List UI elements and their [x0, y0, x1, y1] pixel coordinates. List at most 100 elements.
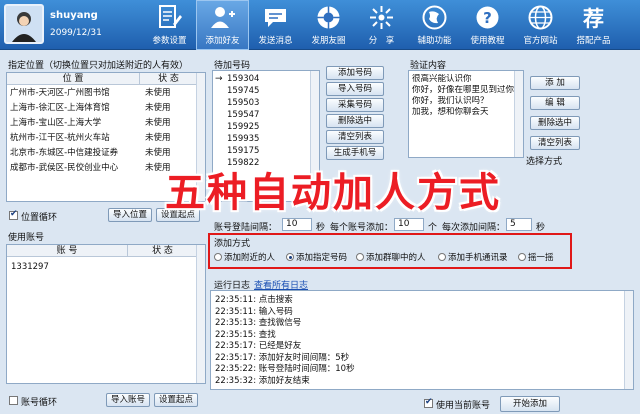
method-option-label: 添加附近的人: [224, 253, 276, 263]
table-row[interactable]: 广州市-天河区-广州图书馆 未使用: [7, 87, 197, 100]
nav-tutorial[interactable]: ? 使用教程: [461, 0, 514, 50]
list-item[interactable]: 159745: [213, 85, 309, 97]
list-item[interactable]: 你好，我们认识吗？: [412, 96, 516, 107]
delete-verify-button[interactable]: 删除选中: [530, 116, 580, 130]
delete-number-button[interactable]: 删除选中: [326, 114, 384, 128]
start-add-button[interactable]: 开始添加: [500, 396, 560, 412]
add-verify-button[interactable]: 添 加: [530, 76, 580, 90]
log-time: 22:35:32: [215, 375, 254, 386]
phone-number: 159925: [227, 122, 260, 132]
radio-icon: [438, 253, 446, 261]
log-scrollbar[interactable]: [624, 291, 633, 389]
import-number-button[interactable]: 导入号码: [326, 82, 384, 96]
log-entry: 22:35:15: 查找: [215, 328, 276, 340]
radio-icon: [214, 253, 222, 261]
list-item[interactable]: 159935: [213, 133, 309, 145]
location-place: 成都市-武侯区-民佼创业中心: [10, 163, 119, 173]
location-loop-checkbox[interactable]: [9, 209, 18, 220]
nav-products[interactable]: 荐 搭配产品: [567, 0, 620, 50]
table-row[interactable]: 杭州市-江干区-杭州火车站 未使用: [7, 132, 197, 145]
list-item[interactable]: → 159304: [213, 73, 309, 85]
nav-tools[interactable]: 辅助功能: [408, 0, 461, 50]
document-edit-icon: [159, 5, 182, 28]
log-entry: 22:35:22: 账号登陆时间间隔：10秒: [215, 362, 355, 374]
list-item[interactable]: 很高兴能认识你: [412, 74, 516, 85]
website-icon: [528, 5, 553, 30]
log-rows: 22:35:11: 点击搜索 22:35:11: 输入号码 22:35:13: 查找…: [211, 293, 611, 389]
share-icon: [370, 6, 393, 29]
avatar[interactable]: [4, 4, 44, 44]
list-item[interactable]: 加我，想和你聊会天: [412, 107, 516, 118]
use-current-account-label: 使用当前账号: [436, 401, 491, 411]
nav-moments-label: 发朋友圈: [311, 36, 346, 46]
table-row[interactable]: 上海市-宝山区-上海大学 未使用: [7, 117, 197, 130]
nav-website-label: 官方网站: [523, 36, 558, 46]
table-row[interactable]: 1331297: [7, 261, 197, 274]
list-item[interactable]: 159503: [213, 97, 309, 109]
method-option[interactable]: 添加手机通讯录: [438, 251, 508, 263]
accounts-title: 使用账号: [8, 233, 45, 243]
svg-text:荐: 荐: [582, 7, 604, 31]
log-entry: 22:35:13: 查找微信号: [215, 316, 302, 328]
method-option[interactable]: 摇一摇: [518, 251, 554, 263]
avatar-icon: [6, 6, 42, 42]
location-place: 杭州市-江干区-杭州火车站: [10, 133, 110, 143]
each-interval-input[interactable]: 5: [506, 218, 532, 231]
edit-verify-button[interactable]: 编 辑: [530, 96, 580, 110]
nav-share-label: 分 享: [368, 36, 395, 46]
table-row[interactable]: 北京市-东城区-中信建投证券 未使用: [7, 147, 197, 160]
log-text: 查找微信号: [258, 318, 302, 328]
log-text: 添加好友结束: [258, 375, 310, 386]
nav-settings[interactable]: 参数设置: [143, 0, 196, 50]
table-row[interactable]: 上海市-徐汇区-上海体育馆 未使用: [7, 102, 197, 115]
location-title: 指定位置（切换位置只对加送附近的人有效）: [8, 61, 189, 71]
top-toolbar: shuyang 2099/12/31 参数设置 添加好友 发送消息 发朋友圈 分…: [0, 0, 640, 50]
location-status: 未使用: [145, 103, 171, 113]
log-time: 22:35:17: [215, 352, 254, 363]
nav-website[interactable]: 官方网站: [514, 0, 567, 50]
list-item[interactable]: 你好，好像在哪里见到过你: [412, 85, 516, 96]
chat-bubble-icon: [265, 9, 286, 27]
method-option[interactable]: 添加群聊中的人: [356, 251, 426, 263]
clear-numbers-button[interactable]: 清空列表: [326, 130, 384, 144]
collect-number-button[interactable]: 采集号码: [326, 98, 384, 112]
nav-share[interactable]: 分 享: [355, 0, 408, 50]
set-account-start-button[interactable]: 设置起点: [154, 393, 198, 407]
location-status: 未使用: [145, 148, 171, 158]
list-item[interactable]: 159547: [213, 109, 309, 121]
log-text: 输入号码: [258, 306, 293, 317]
method-options: 添加附近的人 添加指定号码 添加群聊中的人 添加手机通讯录 摇一摇: [210, 235, 570, 267]
nav-moments[interactable]: 发朋友圈: [302, 0, 355, 50]
login-interval-label: 账号登陆间隔：: [214, 223, 278, 233]
verify-scrollbar[interactable]: [514, 71, 523, 157]
import-accounts-button[interactable]: 导入账号: [106, 393, 150, 407]
verify-content-list[interactable]: 很高兴能认识你 你好，好像在哪里见到过你 你好，我们认识吗？ 加我，想和你聊会天: [408, 70, 524, 158]
phone-number: 159304: [227, 74, 260, 84]
list-item[interactable]: 159175: [213, 145, 309, 157]
nav-add-friend[interactable]: 添加好友: [196, 0, 249, 50]
accounts-rows: 1331297: [7, 261, 197, 381]
accounts-col-account: 账 号: [7, 245, 127, 257]
import-location-button[interactable]: 导入位置: [108, 208, 152, 222]
phone-number: 159547: [227, 110, 260, 120]
account-loop-checkbox[interactable]: [9, 396, 18, 405]
per-account-input[interactable]: 10: [394, 218, 424, 231]
per-account-label: 每个账号添加：: [330, 223, 394, 233]
method-option[interactable]: 添加附近的人: [214, 251, 275, 263]
clear-verify-button[interactable]: 清空列表: [530, 136, 580, 150]
nav-send-message[interactable]: 发送消息: [249, 0, 302, 50]
log-entry: 22:35:17: 已经是好友: [215, 339, 301, 351]
accounts-scrollbar[interactable]: [196, 245, 205, 383]
arrow-right-icon: →: [215, 74, 223, 84]
list-item[interactable]: 159925: [213, 121, 309, 133]
location-status: 未使用: [145, 118, 171, 128]
generate-phone-button[interactable]: 生成手机号: [326, 146, 384, 160]
username: shuyang: [50, 10, 98, 21]
nav-settings-label: 参数设置: [152, 36, 187, 46]
login-interval-input[interactable]: 10: [282, 218, 312, 231]
promo-overlay-title: 五种自动加人方式: [165, 170, 501, 216]
add-number-button[interactable]: 添加号码: [326, 66, 384, 80]
method-option[interactable]: 添加指定号码: [286, 251, 347, 263]
use-current-account-checkbox[interactable]: [424, 397, 433, 408]
camera-shutter-icon: [317, 6, 340, 29]
